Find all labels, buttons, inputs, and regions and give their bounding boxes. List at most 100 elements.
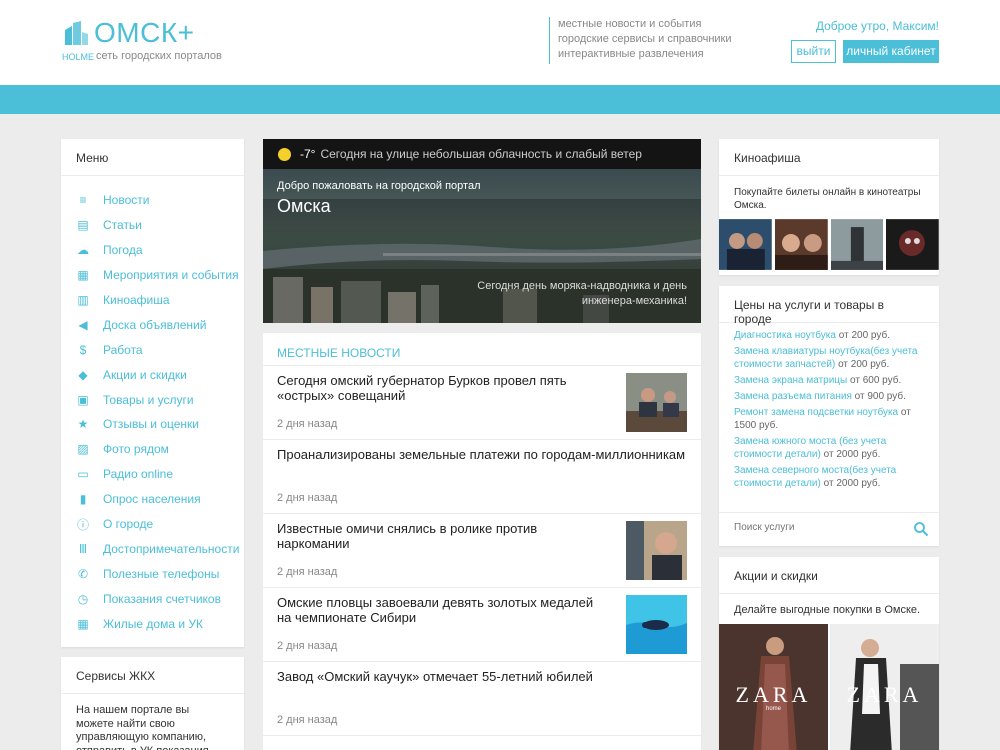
service-price: от 2000 руб.: [823, 478, 881, 489]
prices-list: Диагностика ноутбука от 200 руб. Замена …: [719, 323, 939, 499]
movie-poster[interactable]: [774, 219, 828, 270]
service-link[interactable]: Замена разъема питания: [734, 391, 852, 402]
prices-card: Цены на услуги и товары в городе Диагнос…: [719, 286, 939, 546]
weather-text: Сегодня на улице небольшая облачность и …: [320, 147, 642, 161]
news-title[interactable]: Известные омичи снялись в ролике против …: [277, 521, 607, 551]
price-item: Диагностика ноутбука от 200 руб.: [734, 329, 924, 342]
gauge-icon: ◷: [77, 591, 89, 606]
bag-icon: ▣: [77, 392, 89, 407]
movie-poster[interactable]: [719, 219, 772, 270]
discounts-card: Акции и скидки Делайте выгодные покупки …: [719, 557, 939, 750]
service-price: от 600 руб.: [850, 375, 902, 386]
local-news-card: МЕСТНЫЕ НОВОСТИ Сегодня омский губернато…: [263, 333, 701, 750]
menu-item-radio[interactable]: ▭ Радио online: [61, 462, 244, 487]
menu-item-phones[interactable]: ✆ Полезные телефоны: [61, 561, 244, 586]
discount-ads: ZARA home ZARA: [719, 624, 939, 750]
service-link[interactable]: Замена экрана матрицы: [734, 375, 847, 386]
menu-item-label: Радио online: [103, 467, 174, 482]
price-item: Замена клавиатуры ноутбука(без учета сто…: [734, 345, 924, 371]
discount-ad[interactable]: ZARA home: [719, 624, 828, 750]
news-thumbnail[interactable]: [626, 521, 687, 580]
building-logo-icon: [65, 21, 88, 45]
discount-ad[interactable]: ZARA: [830, 624, 939, 750]
news-item[interactable]: Омские пловцы завоевали девять золотых м…: [263, 588, 701, 662]
cinema-text: Покупайте билеты онлайн в кинотеатры Омс…: [734, 187, 921, 211]
logout-button[interactable]: выйти: [791, 40, 836, 63]
menu-item-label: Акции и скидки: [103, 367, 187, 382]
city-name: Омска: [277, 196, 331, 216]
menu-item-label: Киноафиша: [103, 293, 170, 307]
tagline-line: местные новости и события: [558, 18, 702, 30]
ad-brand-sub: home: [765, 706, 781, 712]
cloud-icon: ☁: [77, 243, 89, 258]
document-icon: ▤: [77, 218, 89, 233]
menu-item-weather[interactable]: ☁ Погода: [61, 238, 244, 263]
logo-subtitle: сеть городских порталов: [96, 50, 222, 62]
tagline-line: городские сервисы и справочники: [558, 33, 732, 45]
news-date: 2 дня назад: [277, 492, 338, 504]
menu-item-meters[interactable]: ◷ Показания счетчиков: [61, 586, 244, 611]
movie-poster[interactable]: [886, 219, 939, 270]
menu-item-label: Статьи: [103, 218, 142, 233]
news-title[interactable]: Проанализированы земельные платежи по го…: [277, 447, 687, 462]
service-link[interactable]: Ремонт замена подсветки ноутбука: [734, 407, 898, 418]
service-price: от 900 руб.: [854, 391, 906, 402]
menu-item-cinema[interactable]: ▥ Киноафиша: [61, 288, 244, 313]
accent-strip: [0, 85, 1000, 114]
news-item[interactable]: Завод «Омский каучук» отмечает 55-летний…: [263, 662, 701, 736]
housing-services-title: Сервисы ЖКХ: [61, 657, 244, 694]
menu-item-label: Достопримечательности: [103, 541, 240, 556]
movie-poster[interactable]: [830, 219, 884, 270]
menu-item-label: Полезные телефоны: [103, 566, 220, 581]
menu-item-ads-board[interactable]: ◀ Доска объявлений: [61, 312, 244, 337]
info-icon: ⓘ: [76, 517, 89, 532]
service-price: от 200 руб.: [838, 330, 890, 341]
image-icon: ▨: [77, 442, 89, 457]
service-price: от 2000 руб.: [823, 449, 881, 460]
service-link[interactable]: Диагностика ноутбука: [734, 330, 836, 341]
news-item[interactable]: Сегодня омский губернатор Бурков провел …: [263, 366, 701, 440]
news-title[interactable]: Омские пловцы завоевали девять золотых м…: [277, 595, 607, 625]
ad-brand: ZARA: [846, 682, 923, 707]
menu-item-housing[interactable]: ▦ Жилые дома и УК: [61, 611, 244, 636]
menu-item-news[interactable]: ≡ Новости: [61, 188, 244, 213]
film-icon: ▥: [77, 293, 89, 307]
menu-item-reviews[interactable]: ★ Отзывы и оценки: [61, 412, 244, 437]
menu-item-goods[interactable]: ▣ Товары и услуги: [61, 387, 244, 412]
list-icon: ≡: [79, 193, 87, 208]
menu-item-label: Погода: [103, 243, 143, 258]
user-greeting: Доброе утро, Максим!: [815, 19, 939, 33]
temperature: -7°: [300, 147, 316, 161]
logo-brand: HOLME: [62, 52, 95, 62]
news-thumbnail[interactable]: [626, 373, 687, 432]
news-thumbnail[interactable]: [626, 595, 687, 654]
menu-card: Меню ≡ Новости ▤ Статьи ☁ Погода ▦ Мероприят…: [61, 139, 244, 647]
news-item[interactable]: Проанализированы земельные платежи по го…: [263, 440, 701, 514]
price-item: Замена южного моста (без учета стоимости…: [734, 435, 924, 461]
news-date: 2 дня назад: [277, 640, 338, 652]
service-link[interactable]: Замена клавиатуры ноутбука(без учета сто…: [734, 346, 917, 370]
sun-icon: [278, 147, 291, 161]
menu-item-about-city[interactable]: ⓘ О городе: [61, 512, 244, 537]
hero-banner: -7° Сегодня на улице небольшая облачност…: [263, 139, 701, 323]
menu-title: Меню: [61, 139, 244, 176]
menu-item-jobs[interactable]: $ Работа: [61, 337, 244, 362]
cinema-posters: [719, 219, 939, 270]
personal-cabinet-button[interactable]: личный кабинет: [843, 40, 939, 63]
menu-item-events[interactable]: ▦ Мероприятия и события: [61, 263, 244, 288]
news-item[interactable]: Известные омичи снялись в ролике против …: [263, 514, 701, 588]
news-title[interactable]: Завод «Омский каучук» отмечает 55-летний…: [277, 669, 687, 684]
phone-icon: ✆: [77, 566, 89, 581]
news-date: 2 дня назад: [277, 418, 338, 430]
discounts-title: Акции и скидки: [719, 557, 939, 594]
menu-item-poll[interactable]: ▮ Опрос населения: [61, 487, 244, 512]
menu-item-sights[interactable]: Ⅲ Достопримечательности: [61, 536, 244, 561]
menu-item-photos[interactable]: ▨ Фото рядом: [61, 437, 244, 462]
service-search-input[interactable]: [734, 522, 894, 533]
search-icon[interactable]: [913, 521, 929, 537]
menu-item-articles[interactable]: ▤ Статьи: [61, 213, 244, 238]
menu-item-discounts[interactable]: ◆ Акции и скидки: [61, 362, 244, 387]
logo-title[interactable]: ОМСК+: [94, 17, 195, 49]
news-title[interactable]: Сегодня омский губернатор Бурков провел …: [277, 373, 607, 403]
news-section-title[interactable]: МЕСТНЫЕ НОВОСТИ: [263, 333, 701, 366]
